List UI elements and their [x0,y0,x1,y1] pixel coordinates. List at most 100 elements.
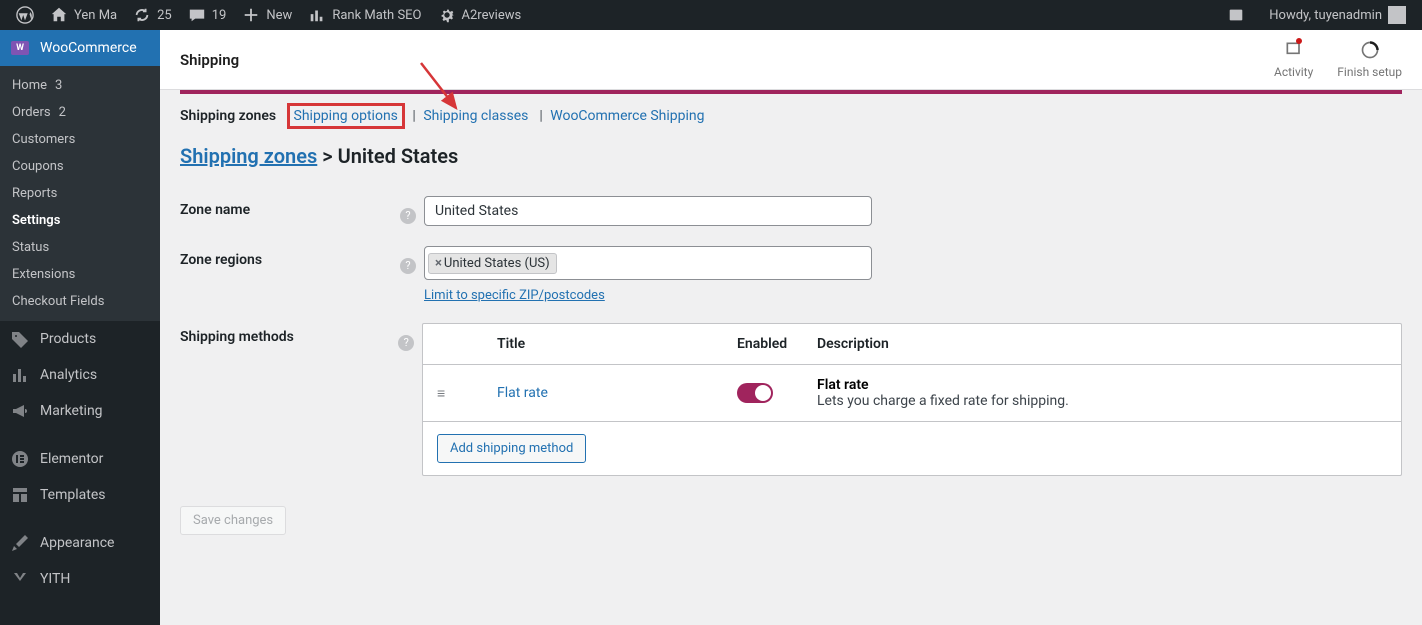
updates-link[interactable]: 25 [125,0,180,30]
submenu-label: Status [12,240,49,255]
finish-setup-label: Finish setup [1337,65,1402,79]
shipping-methods-table: Title Enabled Description ≡ Flat rate Fl… [422,323,1402,476]
submenu-extensions[interactable]: Extensions [0,261,160,288]
submenu-orders[interactable]: Orders 2 [0,99,160,126]
submenu-label: Coupons [12,159,64,174]
settings-subnav: Shipping zones Shipping options | Shippi… [180,108,1402,130]
a2reviews-link[interactable]: A2reviews [430,0,530,30]
elementor-icon [10,449,30,469]
sidebar-item-analytics[interactable]: Analytics [0,357,160,393]
submenu-label: Orders [12,105,51,120]
new-label: New [266,8,292,23]
subnav-zones[interactable]: Shipping zones [180,108,276,124]
progress-icon [1360,40,1380,63]
wp-logo[interactable] [8,0,42,30]
sidebar-item-marketing[interactable]: Marketing [0,393,160,429]
page-title: Shipping [180,51,239,69]
yith-icon [10,569,30,589]
submenu-label: Customers [12,132,75,147]
zone-name-label: Zone name [180,196,400,218]
brush-icon [10,533,30,553]
sidebar-item-label: Marketing [40,403,103,419]
breadcrumb-current: United States [338,144,459,168]
drag-handle-icon[interactable]: ≡ [437,385,497,402]
subnav-options[interactable]: Shipping options [294,108,398,124]
limit-postcodes-link[interactable]: Limit to specific ZIP/postcodes [424,288,605,303]
help-icon[interactable]: ? [400,208,416,224]
method-desc-sub: Lets you charge a fixed rate for shippin… [817,393,1387,409]
submenu-status[interactable]: Status [0,234,160,261]
submenu-label: Extensions [12,267,75,282]
new-link[interactable]: New [234,0,300,30]
notifications[interactable] [1219,0,1253,30]
plus-icon [242,6,260,24]
sidebar-item-appearance[interactable]: Appearance [0,525,160,561]
sidebar-item-elementor[interactable]: Elementor [0,441,160,477]
th-description: Description [817,336,1387,352]
account-link[interactable]: Howdy, tuyenadmin [1261,0,1414,30]
orders-badge: 2 [59,105,66,120]
sidebar-item-label: Appearance [40,535,114,551]
megaphone-icon [10,401,30,421]
comment-icon [188,6,206,24]
enabled-toggle[interactable] [737,383,773,403]
sidebar-item-label: Products [40,331,96,347]
help-icon[interactable]: ? [398,335,414,351]
breadcrumb-sep: > [322,144,332,168]
help-icon[interactable]: ? [400,258,416,274]
submenu-reports[interactable]: Reports [0,180,160,207]
sidebar-item-products[interactable]: Products [0,321,160,357]
sidebar-item-templates[interactable]: Templates [0,477,160,513]
annotation-highlight: Shipping options [287,103,405,129]
rankmath-link[interactable]: Rank Math SEO [300,0,429,30]
comments-link[interactable]: 19 [180,0,235,30]
refresh-icon [133,6,151,24]
home-badge: 3 [55,78,62,93]
updates-count: 25 [157,8,172,23]
products-icon [10,329,30,349]
finish-setup-button[interactable]: Finish setup [1337,40,1402,79]
howdy-text: Howdy, tuyenadmin [1269,8,1382,23]
sidebar-item-label: Templates [40,487,106,503]
wordpress-icon [16,6,34,24]
region-tag-label: United States (US) [444,256,550,271]
avatar-icon [1388,6,1406,24]
analytics-icon [10,365,30,385]
shipping-methods-label: Shipping methods [180,323,398,345]
site-name: Yen Ma [74,8,117,23]
woocommerce-submenu: Home 3 Orders 2 Customers Coupons Report… [0,66,160,321]
sidebar-item-label: WooCommerce [40,40,137,56]
sidebar-item-woocommerce[interactable]: W WooCommerce [0,30,160,66]
remove-tag-icon[interactable]: × [435,256,442,271]
add-shipping-method-button[interactable]: Add shipping method [437,434,586,463]
submenu-coupons[interactable]: Coupons [0,153,160,180]
submenu-home[interactable]: Home 3 [0,72,160,99]
site-link[interactable]: Yen Ma [42,0,125,30]
zone-name-input[interactable] [424,196,872,226]
sidebar-item-label: Elementor [40,451,103,467]
method-title-link[interactable]: Flat rate [497,385,548,401]
activity-button[interactable]: Activity [1274,40,1313,79]
home-icon [50,6,68,24]
sidebar-item-yith[interactable]: YITH [0,561,160,597]
comments-count: 19 [212,8,227,23]
rankmath-label: Rank Math SEO [332,8,421,23]
subnav-classes[interactable]: Shipping classes [423,108,528,124]
notification-icon [1227,6,1245,24]
zone-regions-input[interactable]: × United States (US) [424,246,872,280]
subnav-separator: | [408,108,419,124]
submenu-checkout-fields[interactable]: Checkout Fields [0,288,160,315]
notice-bar [180,90,1402,94]
page-topbar: Shipping Activity Finish setup [160,30,1422,90]
submenu-settings[interactable]: Settings [0,207,160,234]
subnav-separator: | [535,108,546,124]
activity-icon [1284,40,1304,63]
sidebar-item-label: Analytics [40,367,97,383]
submenu-customers[interactable]: Customers [0,126,160,153]
breadcrumb-root[interactable]: Shipping zones [180,144,317,168]
table-row: ≡ Flat rate Flat rate Lets you charge a … [423,365,1401,422]
breadcrumb: Shipping zones > United States [180,130,1402,186]
submenu-label: Home [12,78,47,93]
subnav-wc-shipping[interactable]: WooCommerce Shipping [550,108,704,124]
save-changes-button[interactable]: Save changes [180,506,286,535]
